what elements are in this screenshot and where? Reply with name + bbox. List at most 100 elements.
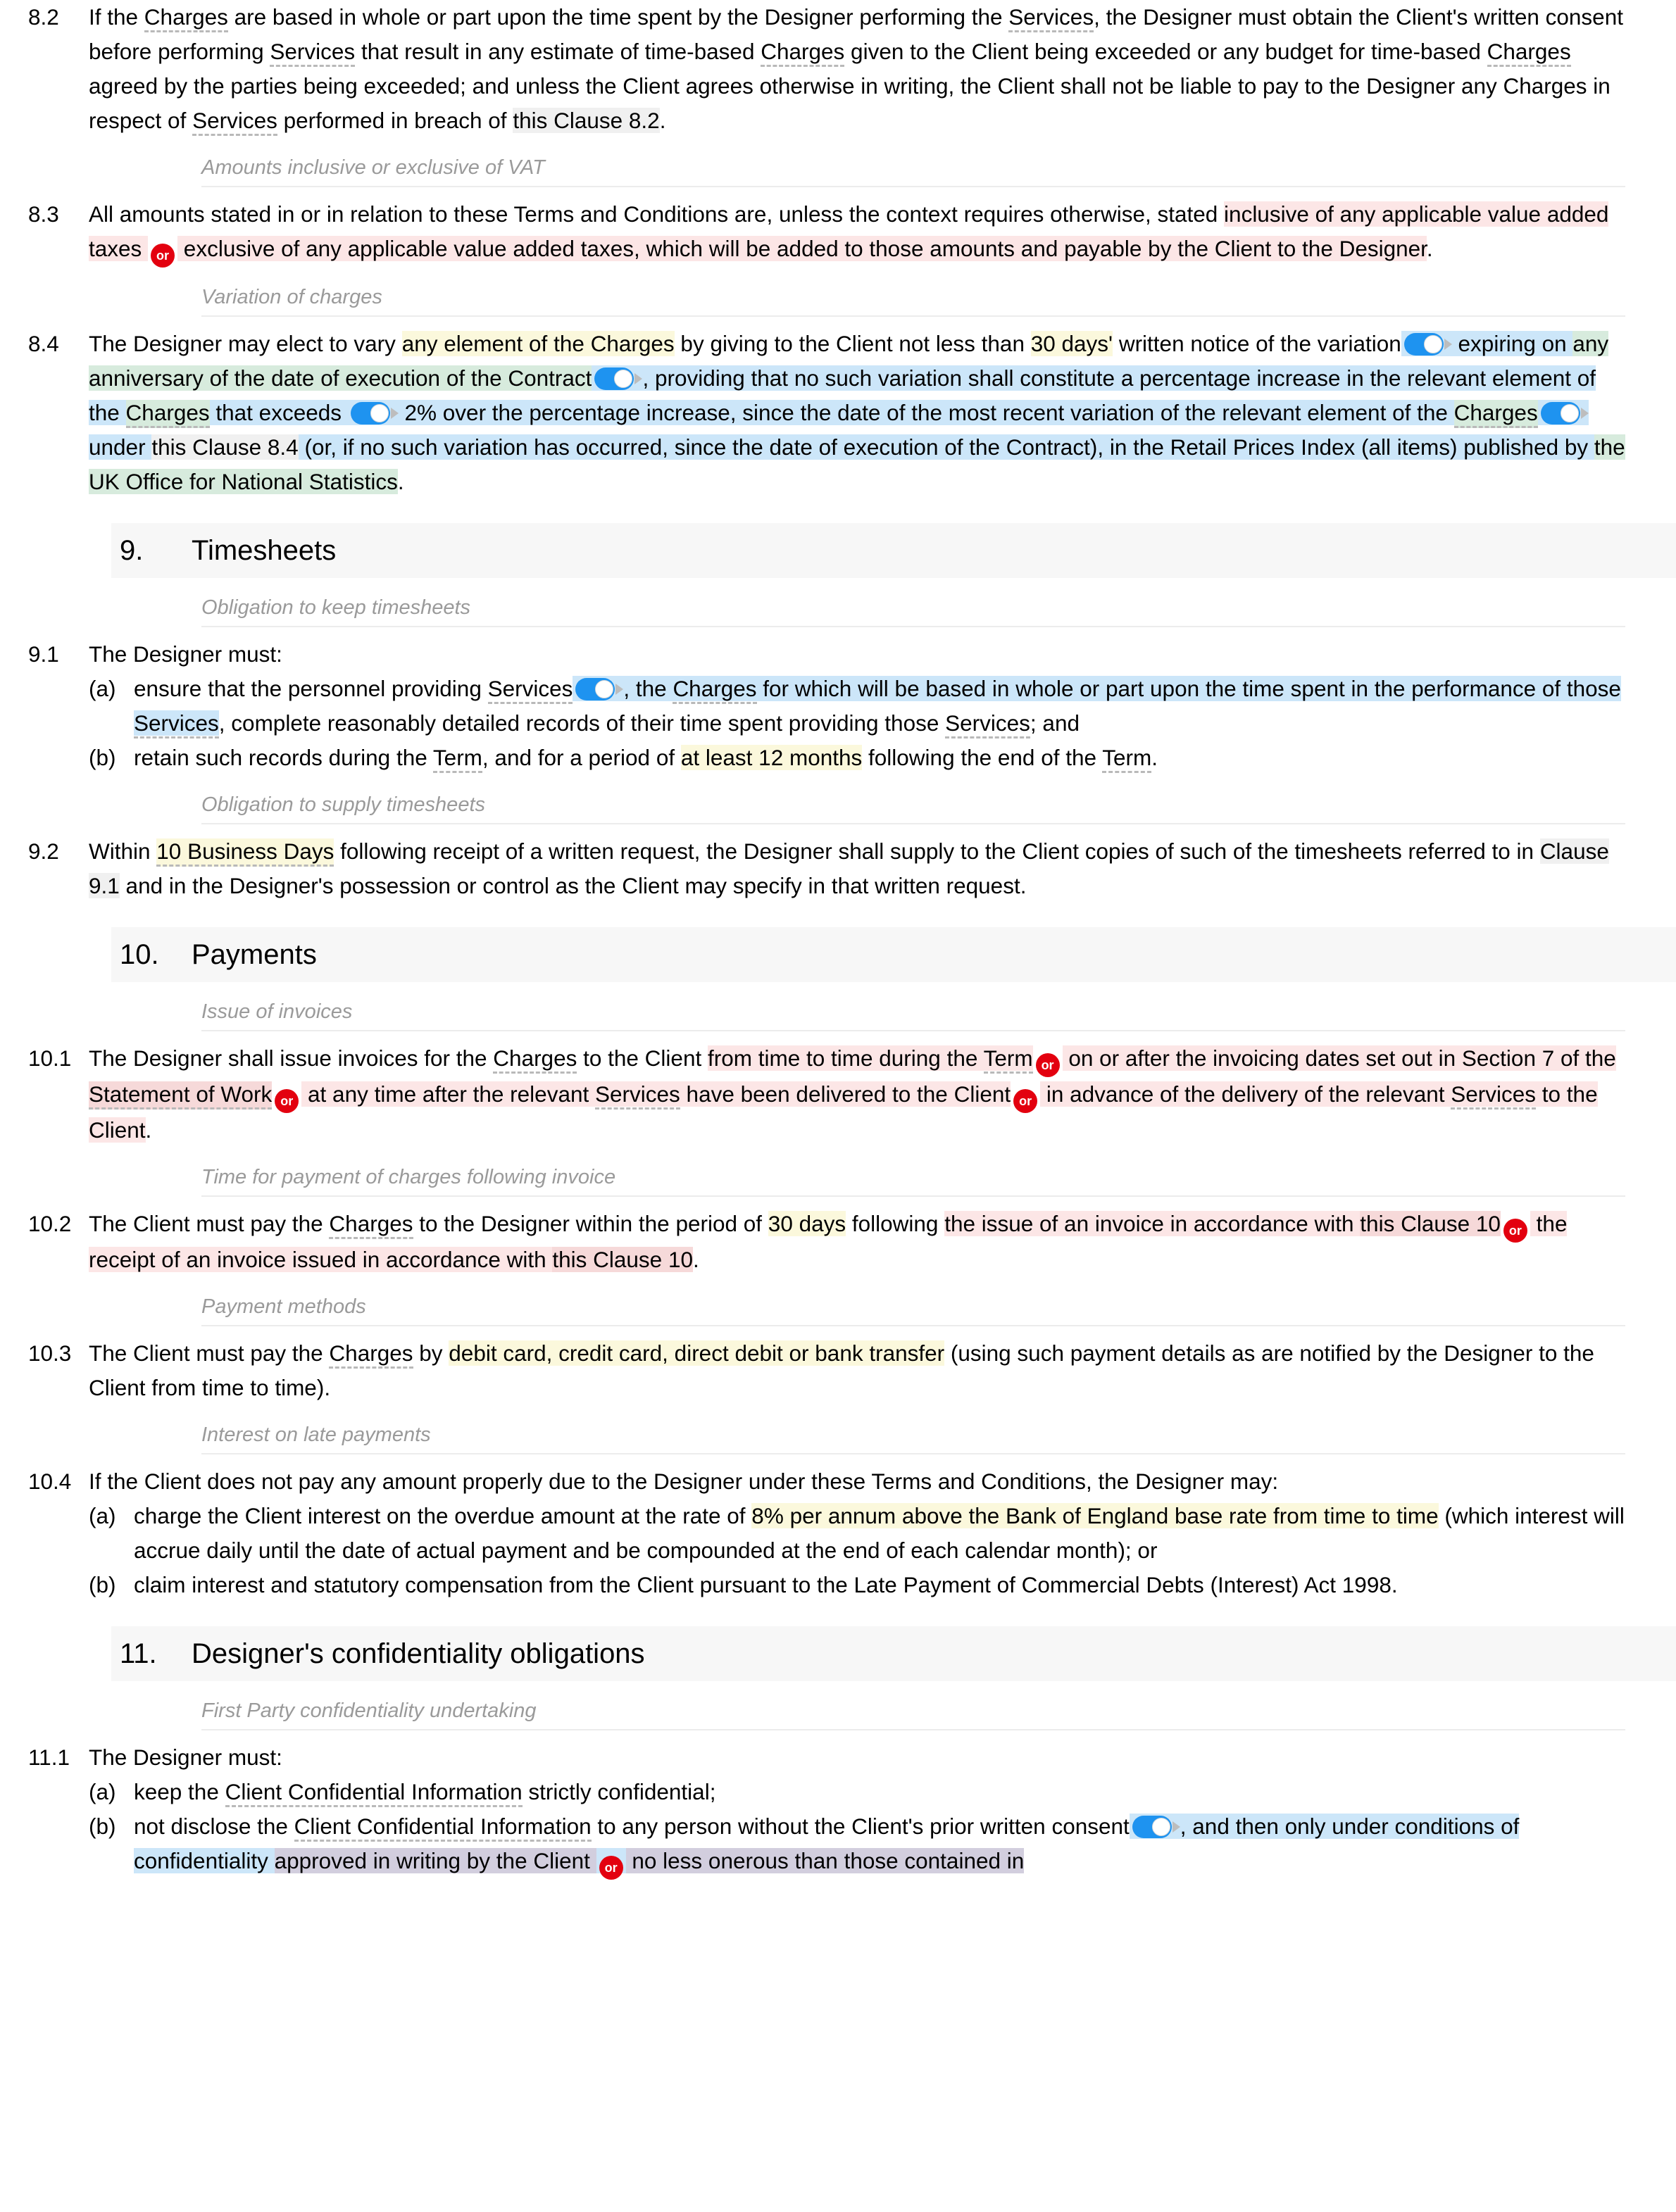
- text-run: , complete reasonably detailed records o…: [218, 710, 946, 736]
- clause-lead: The Designer must:: [89, 1745, 282, 1770]
- defined-term: Charges: [493, 1045, 577, 1074]
- clause-10-3: 10.3 The Client must pay the Charges by …: [0, 1336, 1676, 1405]
- chevron-right-icon: [1444, 339, 1452, 350]
- defined-term: Charges: [144, 4, 228, 32]
- list-item-text: charge the Client interest on the overdu…: [134, 1499, 1632, 1568]
- text-run: the issue of an invoice in accordance wi…: [944, 1211, 1361, 1236]
- text-run: to any person without the Client's prior…: [591, 1814, 1130, 1839]
- subheading: Obligation to keep timesheets: [201, 596, 1625, 627]
- defined-term: Term: [432, 745, 482, 773]
- highlight-variable: 30 days': [1030, 331, 1113, 356]
- sub-list: (a) ensure that the personnel providing …: [89, 672, 1632, 775]
- text-run: not disclose the: [134, 1814, 294, 1839]
- text-run: in advance of the delivery of the releva…: [1040, 1081, 1451, 1107]
- section-heading-9: 9. Timesheets: [111, 523, 1676, 578]
- text-run: for which will be based in whole or part…: [756, 676, 1621, 701]
- toggle-switch[interactable]: [1132, 1816, 1180, 1838]
- text-run: to the Designer within the period of: [413, 1211, 768, 1236]
- section-number: 10.: [120, 938, 159, 970]
- highlight-optional: expiring on: [1401, 331, 1573, 356]
- list-item-label: (b): [89, 1572, 116, 1597]
- highlight-variable: 8% per annum above the Bank of England b…: [751, 1503, 1439, 1528]
- cross-reference[interactable]: this Clause 8.2: [513, 108, 660, 133]
- clause-text: Within 10 Business Days following receip…: [89, 834, 1646, 903]
- list-item-label: (a): [89, 1779, 116, 1804]
- subheading: Time for payment of charges following in…: [201, 1166, 1625, 1197]
- defined-term: Services: [487, 676, 573, 704]
- text-run: charge the Client interest on the overdu…: [134, 1503, 752, 1528]
- subheading: Payment methods: [201, 1295, 1625, 1326]
- defined-term: Services: [595, 1081, 680, 1110]
- section-number: 9.: [120, 534, 144, 566]
- list-item: (b) retain such records during the Term,…: [89, 741, 1632, 775]
- toggle-switch[interactable]: [1540, 402, 1589, 425]
- clause-text: The Designer must: (a) keep the Client C…: [89, 1740, 1646, 1880]
- or-badge[interactable]: or: [1035, 1053, 1060, 1077]
- clause-text: All amounts stated in or in relation to …: [89, 197, 1646, 268]
- cross-reference[interactable]: this Clause 8.4: [151, 434, 299, 460]
- text-run: at any time after the relevant: [301, 1081, 595, 1107]
- list-item-text: retain such records during the Term, and…: [134, 741, 1632, 775]
- defined-term: Charges: [1487, 39, 1571, 67]
- section-title: Timesheets: [192, 534, 337, 566]
- cross-reference[interactable]: this Clause 10: [552, 1247, 693, 1272]
- defined-term: Client Confidential Information: [225, 1779, 523, 1807]
- toggle-switch[interactable]: [575, 678, 624, 700]
- or-badge[interactable]: or: [1503, 1219, 1527, 1243]
- list-item: (a) charge the Client interest on the ov…: [89, 1499, 1632, 1568]
- highlight-variable: any element of the Charges: [401, 331, 675, 356]
- clause-number: 9.2: [28, 838, 59, 864]
- cross-reference[interactable]: this Clause 10: [1360, 1211, 1501, 1236]
- text-run: , and for a period of: [482, 745, 681, 770]
- clause-text: The Client must pay the Charges by debit…: [89, 1336, 1646, 1405]
- text-run: The Client must pay the: [89, 1211, 330, 1236]
- sub-list: (a) charge the Client interest on the ov…: [89, 1499, 1632, 1602]
- subheading-variation-wrap: Variation of charges: [0, 286, 1676, 317]
- clause-9-1: 9.1 The Designer must: (a) ensure that t…: [0, 637, 1676, 775]
- clause-number: 10.3: [28, 1340, 72, 1366]
- text-run: expiring on: [1451, 331, 1573, 356]
- list-item: (a) ensure that the personnel providing …: [89, 672, 1632, 741]
- highlight-variable: 30 days: [768, 1211, 846, 1236]
- toggle-switch[interactable]: [1403, 333, 1452, 356]
- text-run: under: [89, 434, 152, 460]
- text-run: on or after the invoicing dates set out …: [1062, 1045, 1616, 1071]
- text-run: following the end of the: [862, 745, 1103, 770]
- list-item-label: (a): [89, 676, 116, 701]
- toggle-switch[interactable]: [594, 367, 643, 390]
- text-run: retain such records during the: [134, 745, 433, 770]
- clause-number: 8.4: [28, 331, 59, 356]
- document-page: 8.2 If the Charges are based in whole or…: [0, 0, 1676, 2212]
- defined-term: Charges: [125, 400, 210, 428]
- or-badge[interactable]: or: [1013, 1089, 1038, 1113]
- or-badge[interactable]: or: [599, 1856, 623, 1880]
- defined-term: Term: [1102, 745, 1152, 773]
- clause-number: 10.4: [28, 1469, 72, 1494]
- text-run: .: [1151, 745, 1158, 770]
- highlight-option-a: approved in writing by the Client: [274, 1848, 596, 1873]
- text-run: given to the Client being exceeded or an…: [844, 39, 1487, 64]
- toggle-switch[interactable]: [350, 402, 399, 425]
- or-badge[interactable]: or: [151, 244, 175, 268]
- text-run: that result in any estimate of time-base…: [355, 39, 761, 64]
- highlight-variable: 10 Business Days: [156, 838, 334, 867]
- subheading: Issue of invoices: [201, 1000, 1625, 1031]
- text-run: from time to time during the: [707, 1045, 984, 1071]
- subheading-supply-wrap: Obligation to supply timesheets: [0, 793, 1676, 824]
- highlight-optional: that exceeds 2% over the percentage incr…: [209, 400, 1454, 425]
- clause-number: 10.1: [28, 1045, 72, 1071]
- clause-text: The Designer must: (a) ensure that the p…: [89, 637, 1646, 775]
- text-run: by: [413, 1340, 449, 1366]
- clause-11-1: 11.1 The Designer must: (a) keep the Cli…: [0, 1740, 1676, 1880]
- clause-number: 10.2: [28, 1211, 72, 1236]
- subheading-vat-wrap: Amounts inclusive or exclusive of VAT: [0, 156, 1676, 187]
- clause-number: 8.3: [28, 201, 59, 227]
- toggle-knob: [1560, 404, 1579, 422]
- section-heading-10: 10. Payments: [111, 927, 1676, 982]
- highlight-option-b: no less onerous than those contained in: [625, 1848, 1025, 1873]
- text-run: The Client must pay the: [89, 1340, 330, 1366]
- sub-list: (a) keep the Client Confidential Informa…: [89, 1775, 1632, 1880]
- defined-term: Term: [983, 1045, 1033, 1074]
- or-badge[interactable]: or: [275, 1089, 299, 1113]
- subheading-time-wrap: Time for payment of charges following in…: [0, 1166, 1676, 1197]
